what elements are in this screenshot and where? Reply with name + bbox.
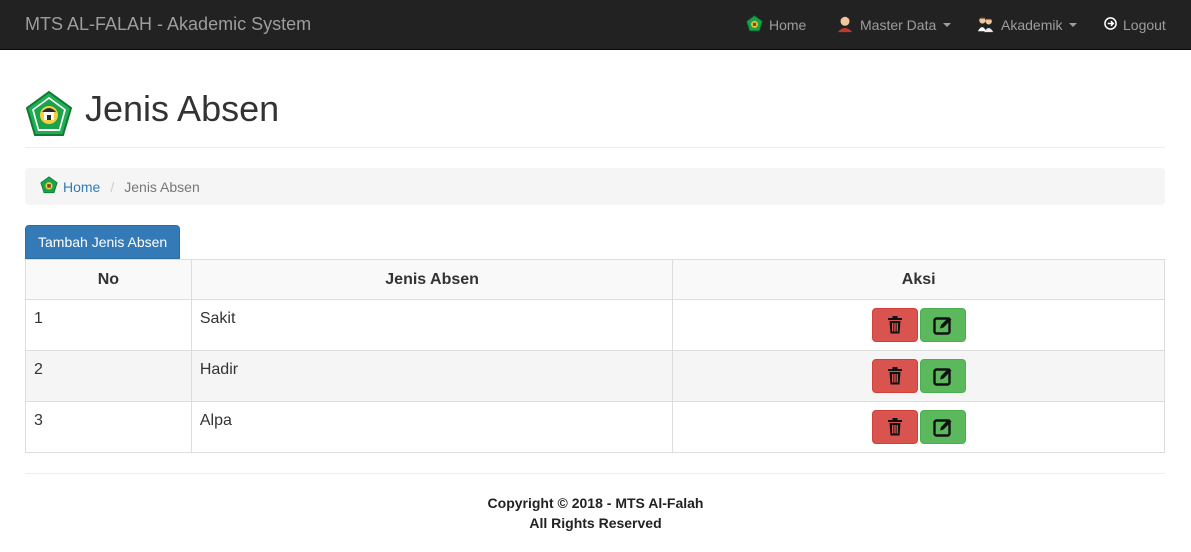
cell-no: 3 xyxy=(25,401,192,453)
trash-icon xyxy=(887,418,902,436)
app-brand[interactable]: MTS AL-FALAH - Akademic System xyxy=(25,0,311,50)
edit-icon xyxy=(933,368,952,386)
delete-button[interactable] xyxy=(871,359,918,393)
cell-no: 2 xyxy=(25,350,192,402)
nav-master-data[interactable]: Master Data xyxy=(836,0,952,50)
cell-jenis-absen: Sakit xyxy=(190,299,674,351)
column-header-jenis-absen: Jenis Absen xyxy=(190,259,674,300)
nav-home-label: Home xyxy=(769,17,807,33)
nav-logout[interactable]: Logout xyxy=(1104,0,1166,50)
table-row: 2 Hadir xyxy=(25,350,1165,402)
table-row: 3 Alpa xyxy=(25,401,1165,453)
cell-aksi xyxy=(672,299,1165,351)
nav-logout-label: Logout xyxy=(1123,17,1166,33)
footer-copyright: Copyright © 2018 - MTS Al-Falah xyxy=(487,495,704,511)
column-header-no: No xyxy=(25,259,192,300)
edit-icon xyxy=(933,317,952,335)
column-header-aksi: Aksi xyxy=(672,259,1165,300)
cell-aksi xyxy=(672,350,1165,402)
page-header: Jenis Absen xyxy=(25,70,1165,148)
footer-rights: All Rights Reserved xyxy=(529,515,662,531)
footer-divider xyxy=(25,473,1165,474)
trash-icon xyxy=(887,316,902,334)
breadcrumb-home-label: Home xyxy=(63,178,101,195)
table-header-row: No Jenis Absen Aksi xyxy=(25,259,1165,300)
jenis-absen-table: No Jenis Absen Aksi 1 Sakit 2 Hadir 3 Al… xyxy=(25,259,1165,453)
school-logo-icon xyxy=(25,90,73,141)
table-row: 1 Sakit xyxy=(25,299,1165,351)
page-title: Jenis Absen xyxy=(85,88,280,129)
breadcrumb-home-link[interactable]: Home xyxy=(40,176,100,197)
nav-home[interactable]: Home xyxy=(746,0,806,50)
top-navbar: MTS AL-FALAH - Akademic System Home Mast… xyxy=(0,0,1191,50)
user-avatar-icon xyxy=(836,15,854,36)
breadcrumb-current: Jenis Absen xyxy=(124,178,200,195)
cell-jenis-absen: Hadir xyxy=(190,350,674,402)
edit-icon xyxy=(933,419,952,437)
school-logo-icon xyxy=(746,15,763,35)
edit-button[interactable] xyxy=(919,410,966,444)
delete-button[interactable] xyxy=(871,308,918,342)
breadcrumb-separator: / xyxy=(110,178,115,195)
edit-button[interactable] xyxy=(919,308,966,342)
add-jenis-absen-button[interactable]: Tambah Jenis Absen xyxy=(25,225,181,259)
school-logo-icon xyxy=(40,176,58,197)
cell-no: 1 xyxy=(25,299,192,351)
breadcrumb: Home / Jenis Absen xyxy=(25,168,1165,205)
chevron-down-icon xyxy=(1069,23,1078,27)
delete-button[interactable] xyxy=(871,410,918,444)
nav-akademik-label: Akademik xyxy=(1001,17,1063,33)
chevron-down-icon xyxy=(943,23,952,27)
logout-icon xyxy=(1104,17,1117,33)
nav-master-data-label: Master Data xyxy=(860,17,937,33)
cell-jenis-absen: Alpa xyxy=(190,401,674,453)
nav-akademik[interactable]: Akademik xyxy=(977,0,1078,50)
edit-button[interactable] xyxy=(919,359,966,393)
students-icon xyxy=(977,15,995,36)
trash-icon xyxy=(887,367,902,385)
cell-aksi xyxy=(672,401,1165,453)
